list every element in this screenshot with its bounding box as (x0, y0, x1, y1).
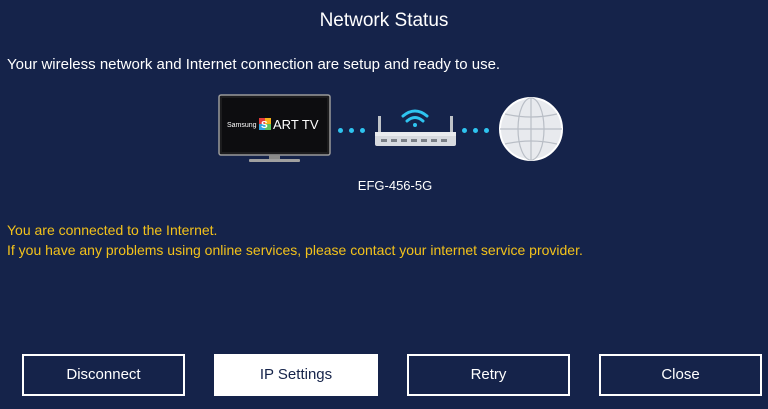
router-icon (375, 109, 456, 146)
connection-status: You are connected to the Internet. If yo… (7, 220, 583, 260)
svg-text:S: S (261, 120, 268, 131)
disconnect-button[interactable]: Disconnect (22, 354, 185, 396)
tv-logo-text: ART TV (273, 117, 319, 132)
network-diagram: Samsung S ART TV EFG-456-5G (0, 0, 768, 409)
connection-help-line: If you have any problems using online se… (7, 242, 583, 258)
ip-settings-button[interactable]: IP Settings (214, 354, 378, 396)
tv-brand-text: Samsung (227, 122, 257, 129)
tv-icon: Samsung S ART TV (218, 94, 331, 162)
wifi-signal-icon (401, 109, 429, 127)
connection-line: You are connected to the Internet. (7, 222, 218, 238)
link-dots-right (462, 128, 489, 133)
smart-logo-s-icon: S (259, 118, 271, 131)
network-ssid: EFG-456-5G (357, 178, 433, 193)
retry-button[interactable]: Retry (407, 354, 570, 396)
close-button[interactable]: Close (599, 354, 762, 396)
link-dots-left (338, 128, 365, 133)
globe-icon (499, 97, 563, 161)
